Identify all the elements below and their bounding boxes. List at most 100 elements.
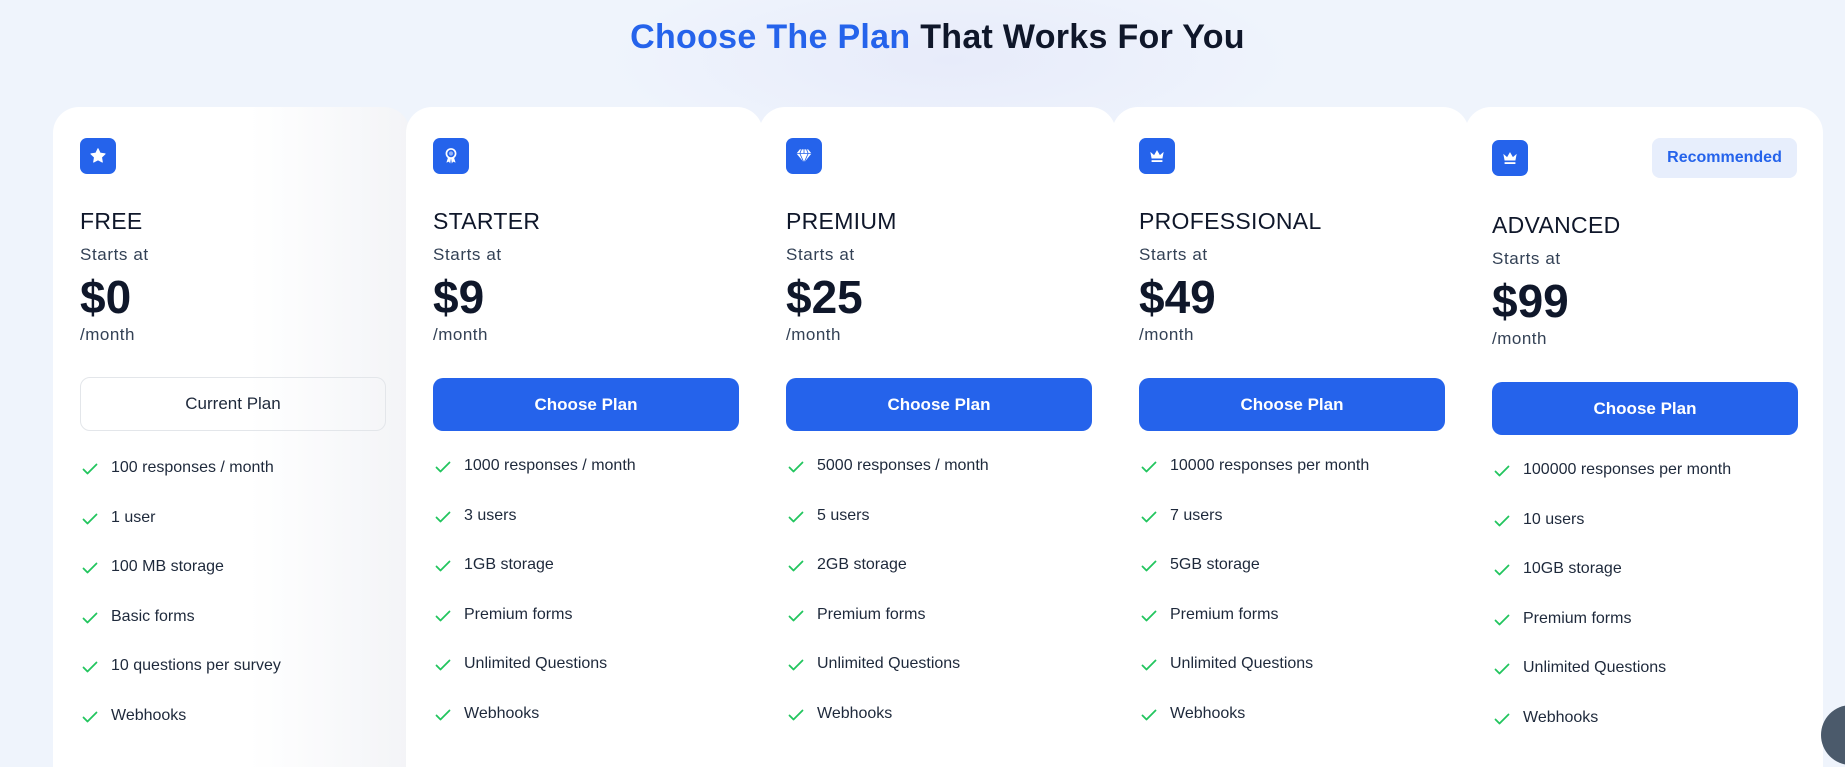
award-ribbon-icon [433, 138, 469, 174]
diamond-icon [786, 138, 822, 174]
feature-item: Webhooks [1139, 705, 1369, 755]
feature-item: 5GB storage [1139, 556, 1369, 606]
plan-price: $49 [1139, 271, 1216, 323]
feature-item: 7 users [1139, 507, 1369, 557]
current-plan-button[interactable]: Current Plan [80, 377, 386, 431]
feature-text: Unlimited Questions [1523, 659, 1667, 677]
plan-price: $99 [1492, 275, 1569, 327]
check-icon [788, 709, 804, 721]
feature-text: 5000 responses / month [817, 457, 989, 474]
feature-text: 2GB storage [817, 556, 907, 574]
choose-plan-button[interactable]: Choose Plan [786, 378, 1092, 431]
price-period: /month [786, 325, 841, 344]
feature-item: 3 users [433, 507, 636, 557]
choose-plan-button[interactable]: Choose Plan [1139, 378, 1445, 431]
check-icon [1494, 564, 1510, 576]
price-period: /month [433, 325, 488, 344]
check-icon [82, 513, 98, 524]
feature-text: 100 MB storage [111, 558, 224, 576]
feature-item: Premium forms [1492, 610, 1731, 660]
feature-text: 10GB storage [1523, 560, 1622, 578]
check-icon [435, 610, 451, 622]
check-icon [1494, 465, 1510, 477]
starts-at-label: Starts at [80, 245, 149, 264]
feature-text: Premium forms [1170, 605, 1279, 623]
feature-text: Unlimited Questions [1170, 655, 1314, 673]
feature-text: Premium forms [464, 605, 573, 623]
feature-item: 2GB storage [786, 556, 989, 606]
plan-price: $0 [80, 271, 132, 323]
check-icon [435, 511, 451, 522]
check-icon [1141, 461, 1157, 473]
feature-item: Webhooks [80, 707, 281, 757]
feature-item: 5000 responses / month [786, 457, 989, 507]
feature-list: 1000 responses / month 3 users 1GB stora… [433, 457, 636, 755]
feature-list: 100 responses / month 1 user 100 MB stor… [80, 459, 281, 757]
feature-text: 5GB storage [1170, 556, 1260, 574]
crown-icon [1139, 138, 1175, 174]
feature-item: Basic forms [80, 608, 281, 658]
feature-text: Webhooks [1170, 704, 1246, 722]
plan-card-professional: PROFESSIONAL Starts at $49 /month Choose… [1112, 107, 1469, 767]
check-icon [82, 562, 98, 574]
feature-item: Webhooks [786, 705, 989, 755]
feature-text: 5 users [817, 506, 870, 524]
plan-card-starter: STARTER Starts at $9 /month Choose Plan … [406, 107, 763, 767]
feature-item: 100 responses / month [80, 459, 281, 509]
check-icon [1494, 515, 1510, 526]
chat-launcher-button[interactable] [1821, 705, 1845, 765]
choose-plan-button[interactable]: Choose Plan [1492, 382, 1798, 435]
plan-name: STARTER [433, 208, 541, 234]
feature-item: Unlimited Questions [1492, 659, 1731, 709]
price-period: /month [80, 325, 135, 344]
crown-icon [1492, 140, 1528, 176]
check-icon [435, 709, 451, 721]
feature-text: 3 users [464, 506, 517, 524]
feature-text: 1GB storage [464, 556, 554, 574]
feature-text: 100000 responses per month [1523, 461, 1732, 478]
feature-text: Unlimited Questions [464, 655, 608, 673]
plan-card-free: FREE Starts at $0 /month Current Plan 10… [53, 107, 410, 767]
star-icon [80, 138, 116, 174]
feature-item: Premium forms [786, 606, 989, 656]
check-icon [1141, 560, 1157, 572]
page-title-rest: That Works For You [920, 18, 1245, 56]
feature-text: 10 questions per survey [111, 657, 281, 675]
plan-card-premium: PREMIUM Starts at $25 /month Choose Plan… [759, 107, 1116, 767]
feature-text: 7 users [1170, 506, 1223, 524]
feature-text: 10000 responses per month [1170, 457, 1370, 474]
check-icon [788, 659, 804, 671]
check-icon [788, 560, 804, 572]
feature-item: Unlimited Questions [786, 655, 989, 705]
plan-name: ADVANCED [1492, 212, 1621, 238]
feature-text: Webhooks [1523, 708, 1599, 726]
feature-item: Premium forms [433, 606, 636, 656]
feature-text: Premium forms [1523, 609, 1632, 627]
plan-price: $25 [786, 271, 863, 323]
starts-at-label: Starts at [1139, 245, 1208, 264]
check-icon [82, 711, 98, 723]
feature-item: 1GB storage [433, 556, 636, 606]
plan-name: FREE [80, 208, 143, 234]
feature-item: 100000 responses per month [1492, 461, 1731, 511]
feature-text: Webhooks [111, 706, 187, 724]
choose-plan-button[interactable]: Choose Plan [433, 378, 739, 431]
starts-at-label: Starts at [433, 245, 502, 264]
check-icon [788, 511, 804, 522]
feature-list: 10000 responses per month 7 users 5GB st… [1139, 457, 1369, 755]
plan-card-advanced: Recommended ADVANCED Starts at $99 /mont… [1465, 107, 1823, 767]
feature-text: Basic forms [111, 607, 195, 625]
feature-item: 1000 responses / month [433, 457, 636, 507]
page-title: Choose The Plan That Works For You [0, 18, 1845, 57]
feature-item: 10GB storage [1492, 560, 1731, 610]
feature-text: Webhooks [464, 704, 540, 722]
feature-text: 1000 responses / month [464, 457, 636, 474]
feature-list: 100000 responses per month 10 users 10GB… [1492, 461, 1731, 759]
check-icon [1141, 709, 1157, 721]
plan-name: PREMIUM [786, 208, 897, 234]
feature-text: 1 user [111, 508, 156, 526]
check-icon [82, 463, 98, 475]
page-title-accent: Choose The Plan [630, 18, 911, 56]
feature-item: 10000 responses per month [1139, 457, 1369, 507]
check-icon [435, 461, 451, 473]
